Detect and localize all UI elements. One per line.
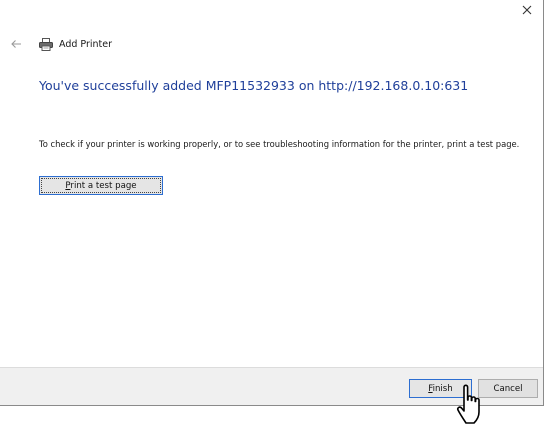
mouse-pointer-icon	[456, 384, 480, 424]
back-arrow-icon	[11, 40, 21, 48]
test-page-instructions: To check if your printer is working prop…	[39, 139, 520, 149]
close-button[interactable]	[517, 0, 537, 20]
close-icon	[522, 5, 532, 15]
wizard-title: Add Printer	[59, 38, 113, 50]
add-printer-dialog: Add Printer You've successfully added MF…	[0, 0, 544, 406]
cancel-label: Cancel	[493, 383, 523, 394]
printer-icon	[38, 36, 54, 52]
back-button[interactable]	[8, 36, 24, 52]
wizard-header: Add Printer	[8, 35, 112, 53]
print-test-page-label: Print a test page	[65, 180, 137, 191]
print-test-page-button[interactable]: Print a test page	[39, 176, 163, 195]
success-heading: You've successfully added MFP11532933 on…	[39, 78, 469, 93]
finish-label: Finish	[428, 383, 453, 394]
